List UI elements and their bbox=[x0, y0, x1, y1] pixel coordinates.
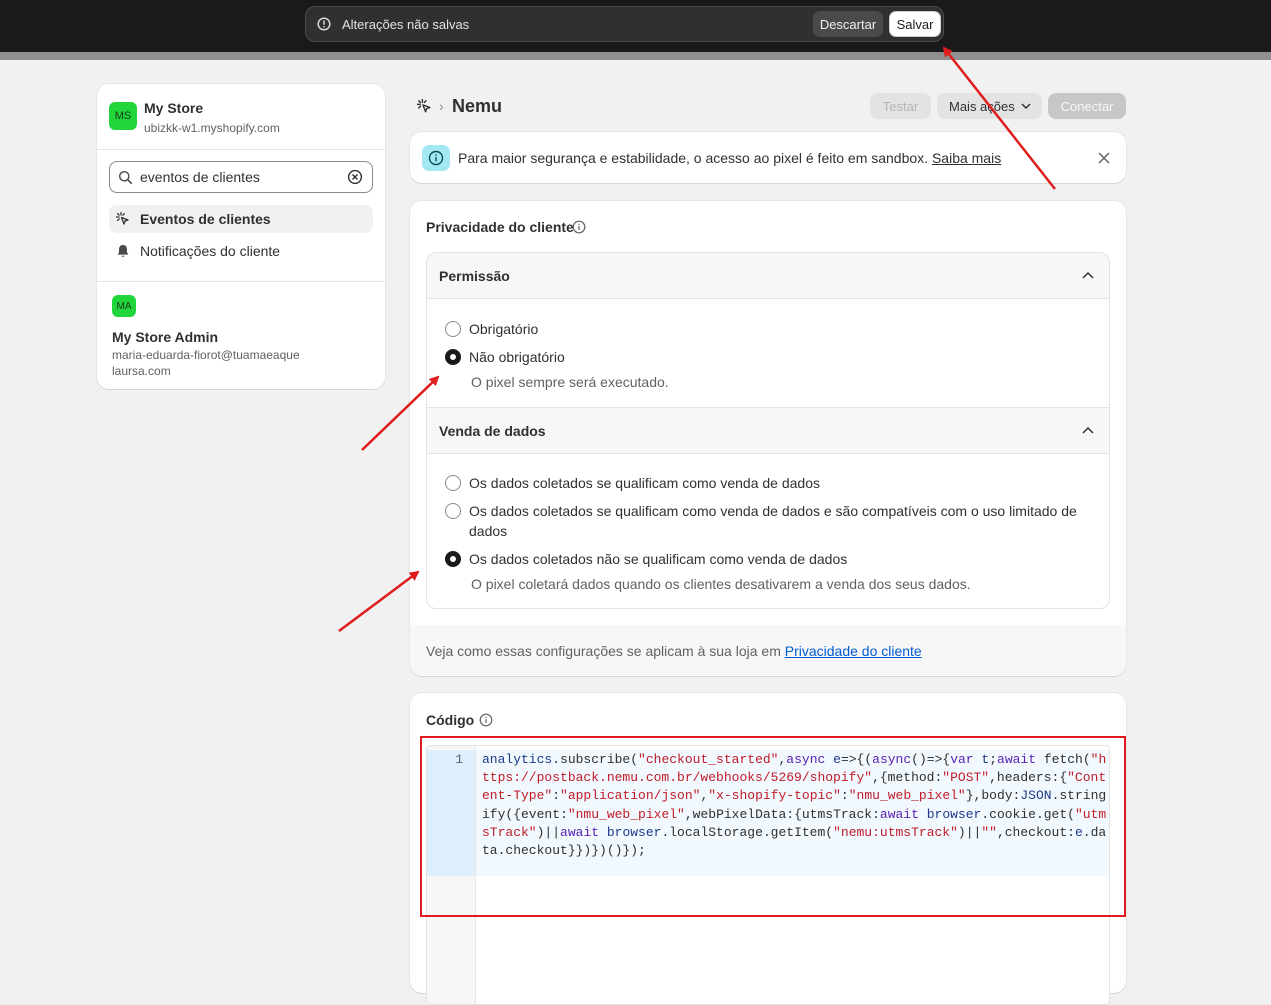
search-input[interactable] bbox=[140, 167, 340, 187]
permission-option-label[interactable]: Não obrigatório bbox=[469, 347, 565, 367]
sidebar-divider bbox=[97, 149, 385, 150]
customer-privacy-card: Privacidade do cliente Permissão Obrigat… bbox=[410, 201, 1126, 676]
sidebar-item-customer-events[interactable]: Eventos de clientes bbox=[109, 205, 373, 233]
save-button[interactable]: Salvar bbox=[889, 11, 941, 37]
permission-option-label[interactable]: Obrigatório bbox=[469, 319, 538, 339]
annotation-arrow-data-sale bbox=[338, 570, 420, 633]
privacy-footer-text: Veja como essas configurações se aplicam… bbox=[426, 643, 922, 659]
store-name[interactable]: My Store bbox=[144, 100, 203, 116]
cursor-sparkle-icon bbox=[416, 98, 431, 113]
permission-heading: Permissão bbox=[439, 268, 510, 284]
user-email: maria-eduarda-fiorot@tuamaeaquelaursa.co… bbox=[112, 348, 300, 378]
unsaved-message: Alterações não salvas bbox=[342, 17, 470, 32]
annotation-highlight-box bbox=[420, 736, 1126, 917]
close-icon[interactable] bbox=[1097, 151, 1111, 165]
privacy-title: Privacidade do cliente bbox=[426, 219, 574, 235]
data-sale-not-qualifies-radio[interactable] bbox=[445, 551, 461, 567]
test-button[interactable]: Testar bbox=[870, 93, 931, 119]
more-actions-button[interactable]: Mais ações bbox=[937, 93, 1042, 119]
permission-header[interactable]: Permissão bbox=[427, 253, 1109, 299]
top-bar: Alterações não salvas Descartar Salvar bbox=[0, 0, 1271, 52]
search-icon bbox=[119, 171, 133, 185]
banner-text: Para maior segurança e estabilidade, o a… bbox=[458, 150, 1001, 166]
settings-search[interactable] bbox=[109, 161, 373, 193]
info-badge bbox=[422, 145, 450, 171]
alert-circle-icon bbox=[317, 17, 331, 31]
user-name: My Store Admin bbox=[112, 329, 219, 345]
settings-sidebar: MS My Store ubizkk-w1.myshopify.com Even… bbox=[97, 84, 385, 389]
help-circle-icon[interactable] bbox=[572, 220, 586, 234]
sidebar-item-label: Notificações do cliente bbox=[140, 243, 281, 259]
breadcrumb-chevron-icon: › bbox=[439, 98, 444, 114]
page-title: Nemu bbox=[452, 96, 503, 116]
data-sale-help-text: O pixel coletará dados quando os cliente… bbox=[471, 576, 971, 592]
customer-privacy-link[interactable]: Privacidade do cliente bbox=[785, 643, 922, 659]
data-sale-heading: Venda de dados bbox=[439, 423, 546, 439]
data-sale-option-label[interactable]: Os dados coletados se qualificam como ve… bbox=[469, 473, 1089, 493]
permission-not-required-radio[interactable] bbox=[445, 349, 461, 365]
info-icon bbox=[428, 150, 444, 166]
privacy-footer: Veja como essas configurações se aplicam… bbox=[410, 625, 1126, 676]
privacy-options-box: Permissão Obrigatório Não obrigatório O … bbox=[426, 252, 1110, 609]
data-sale-limited-use-radio[interactable] bbox=[445, 503, 461, 519]
learn-more-link[interactable]: Saiba mais bbox=[932, 150, 1001, 166]
user-avatar[interactable]: MA bbox=[112, 295, 136, 317]
connect-button[interactable]: Conectar bbox=[1048, 93, 1126, 119]
code-title: Código bbox=[426, 712, 475, 728]
data-sale-qualifies-radio[interactable] bbox=[445, 475, 461, 491]
chevron-down-icon bbox=[1021, 103, 1031, 110]
banner-message: Para maior segurança e estabilidade, o a… bbox=[458, 150, 929, 166]
clear-search-icon[interactable] bbox=[347, 169, 363, 185]
store-avatar[interactable]: MS bbox=[109, 102, 137, 130]
cursor-sparkle-icon bbox=[115, 211, 129, 225]
sidebar-item-label: Eventos de clientes bbox=[140, 211, 271, 227]
help-circle-icon[interactable] bbox=[479, 713, 493, 727]
privacy-footer-message: Veja como essas configurações se aplicam… bbox=[426, 643, 781, 659]
data-sale-header[interactable]: Venda de dados bbox=[427, 407, 1109, 454]
permission-required-radio[interactable] bbox=[445, 321, 461, 337]
data-sale-option-label[interactable]: Os dados coletados se qualificam como ve… bbox=[469, 501, 1089, 541]
unsaved-changes-bar: Alterações não salvas Descartar Salvar bbox=[305, 6, 944, 42]
permission-help-text: O pixel sempre será executado. bbox=[471, 374, 669, 390]
top-bar-strip bbox=[0, 52, 1271, 60]
bell-icon bbox=[117, 245, 129, 257]
chevron-up-icon[interactable] bbox=[1082, 426, 1094, 434]
sandbox-info-banner: Para maior segurança e estabilidade, o a… bbox=[410, 132, 1126, 183]
data-sale-option-label[interactable]: Os dados coletados não se qualificam com… bbox=[469, 549, 1089, 569]
store-domain: ubizkk-w1.myshopify.com bbox=[144, 121, 280, 135]
sidebar-divider bbox=[97, 281, 385, 282]
more-actions-label: Mais ações bbox=[949, 98, 1015, 114]
chevron-up-icon[interactable] bbox=[1082, 271, 1094, 279]
sidebar-item-customer-notifications[interactable]: Notificações do cliente bbox=[109, 237, 373, 265]
discard-button[interactable]: Descartar bbox=[813, 11, 883, 37]
